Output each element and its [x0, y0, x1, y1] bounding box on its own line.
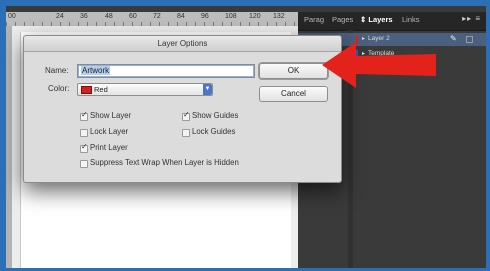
- ruler-label: 60: [129, 13, 137, 20]
- ruler-label: 108: [225, 13, 237, 20]
- name-label: Name:: [45, 66, 69, 75]
- lock-guides-label: Lock Guides: [192, 127, 236, 136]
- ruler-label: 72: [153, 13, 161, 20]
- checkmark-icon: ✓: [183, 110, 190, 119]
- cancel-button[interactable]: Cancel: [259, 86, 328, 102]
- show-guides-label: Show Guides: [192, 111, 239, 120]
- show-guides-checkbox[interactable]: ✓: [182, 110, 190, 121]
- tab-layers[interactable]: ⇕ Layers: [360, 15, 393, 24]
- show-layer-checkbox[interactable]: ✓: [80, 110, 88, 121]
- suppress-text-wrap-checkbox[interactable]: [80, 160, 88, 168]
- checkmark-icon: ✓: [81, 110, 88, 119]
- checkmark-icon: ✓: [81, 142, 88, 151]
- print-layer-label: Print Layer: [90, 143, 128, 152]
- color-select[interactable]: Red ▼: [77, 83, 213, 96]
- lock-layer-checkbox[interactable]: [80, 129, 88, 137]
- ruler-label: 120: [249, 13, 261, 20]
- panel-menu-icon[interactable]: ▸▸ ≡: [462, 14, 481, 23]
- panel-tab-bar: Parag Pages ⇕ Layers Links ▸▸ ≡: [298, 12, 486, 31]
- ruler-label: 84: [177, 13, 185, 20]
- tab-pages[interactable]: Pages: [332, 15, 353, 24]
- pen-icon: ✎: [450, 34, 457, 43]
- suppress-text-wrap-label: Suppress Text Wrap When Layer is Hidden: [90, 158, 239, 167]
- tab-links[interactable]: Links: [402, 15, 420, 24]
- show-layer-label: Show Layer: [90, 111, 132, 120]
- print-layer-checkbox[interactable]: ✓: [80, 142, 88, 153]
- lock-layer-label: Lock Layer: [90, 127, 129, 136]
- ok-button[interactable]: OK: [259, 63, 328, 79]
- ruler-label: 00: [8, 13, 16, 20]
- red-arrow-annotation: [322, 42, 436, 88]
- ruler-label: 36: [80, 13, 88, 20]
- color-label: Color:: [48, 84, 70, 93]
- ruler-label: 132: [273, 13, 285, 20]
- horizontal-ruler[interactable]: 00 24 36 48 60 72 84 96 108 120 132: [6, 12, 298, 27]
- dialog-title[interactable]: Layer Options: [24, 36, 341, 52]
- color-swatch: [81, 86, 92, 94]
- layer-options-dialog: Layer Options Name: Artwork Color: Red ▼…: [23, 35, 342, 183]
- ruler-label: 48: [105, 13, 113, 20]
- color-value: Red: [94, 85, 108, 94]
- lock-guides-checkbox[interactable]: [182, 129, 190, 137]
- tab-paragraph[interactable]: Parag: [304, 15, 324, 24]
- chevron-down-icon: ▼: [203, 84, 212, 95]
- name-value: Artwork: [81, 66, 111, 75]
- arrow-shape: [322, 42, 436, 88]
- ruler-label: 24: [56, 13, 64, 20]
- ruler-label: 96: [201, 13, 209, 20]
- layer-name-input[interactable]: Artwork: [77, 64, 255, 78]
- selection-square-icon[interactable]: [466, 36, 473, 43]
